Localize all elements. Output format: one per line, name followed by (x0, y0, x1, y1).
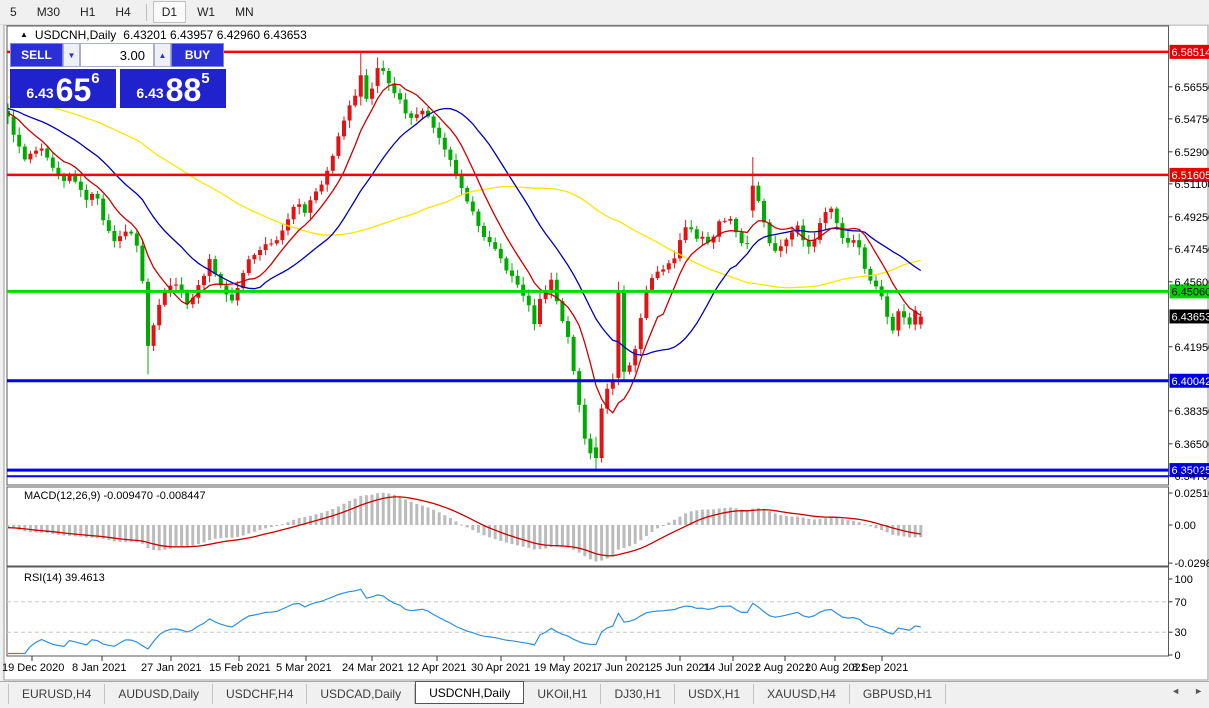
spinner-up-icon: ▲ (158, 50, 167, 60)
chart-tab-usdcnh-daily[interactable]: USDCNH,Daily (415, 681, 525, 704)
collapse-triangle-icon[interactable]: ▲ (20, 31, 28, 39)
svg-text:6.34700: 6.34700 (1175, 471, 1209, 483)
svg-text:6.47450: 6.47450 (1175, 244, 1209, 256)
buy-price-box[interactable]: 6.43 88 5 (120, 69, 226, 108)
toolbar-separator (145, 3, 147, 21)
chart-tab-usdchf-h4[interactable]: USDCHF,H4 (213, 683, 308, 704)
trading-platform-window: 6.58514 6.51605 6.45060 6.40042 6.35025 6.565… (0, 0, 1209, 708)
svg-text:7 Jun 2021: 7 Jun 2021 (596, 662, 650, 674)
svg-text:6.56550: 6.56550 (1175, 82, 1209, 94)
svg-text:0.025108: 0.025108 (1175, 488, 1209, 500)
svg-text:2 Aug 2021: 2 Aug 2021 (755, 662, 811, 674)
chart-symbol-label: USDCNH,Daily (34, 28, 117, 42)
svg-text:6.45600: 6.45600 (1175, 277, 1209, 289)
svg-text:6.54750: 6.54750 (1175, 114, 1209, 126)
svg-text:0.00: 0.00 (1175, 520, 1196, 532)
timeframe-toolbar: 5 M30 H1 H4 D1 W1 MN (0, 0, 1209, 25)
svg-text:6.41950: 6.41950 (1175, 342, 1209, 354)
buy-price-prefix: 6.43 (136, 85, 164, 101)
svg-text:100: 100 (1175, 574, 1193, 586)
timeframe-button-w1[interactable]: W1 (188, 1, 224, 23)
spinner-down-icon: ▼ (67, 50, 76, 60)
sell-price-sup: 6 (91, 70, 100, 87)
buy-button[interactable]: BUY (171, 43, 224, 67)
timeframe-button-5[interactable]: 5 (1, 1, 26, 23)
svg-text:27 Jan 2021: 27 Jan 2021 (141, 662, 202, 674)
svg-text:6.38350: 6.38350 (1175, 406, 1209, 418)
sell-price-box[interactable]: 6.43 65 6 (10, 69, 116, 108)
tab-scroll-right-icon[interactable]: ► (1194, 686, 1203, 696)
svg-text:0: 0 (1175, 650, 1181, 662)
chart-title: ▲ USDCNH,Daily 6.43201 6.43957 6.42960 6… (20, 28, 307, 42)
volume-increase-button[interactable]: ▲ (154, 43, 171, 67)
timeframe-button-m30[interactable]: M30 (28, 1, 69, 23)
one-click-trade-panel: SELL ▼ ▲ BUY 6.43 65 6 6.43 88 5 (10, 43, 226, 108)
sell-price-prefix: 6.43 (26, 85, 54, 101)
chart-tab-audusd-daily[interactable]: AUDUSD,Daily (105, 683, 214, 704)
tab-scroll-controls: ◄ ► (1171, 686, 1203, 696)
svg-text:6.43653: 6.43653 (1172, 311, 1209, 323)
buy-price-sup: 5 (201, 70, 210, 87)
svg-text:6.52900: 6.52900 (1175, 147, 1209, 159)
timeframe-button-h1[interactable]: H1 (71, 1, 104, 23)
svg-text:30: 30 (1175, 627, 1187, 639)
macd-indicator-label: MACD(12,26,9) -0.009470 -0.008447 (24, 490, 206, 502)
svg-text:6.36500: 6.36500 (1175, 439, 1209, 451)
rsi-indicator-label: RSI(14) 39.4613 (24, 572, 105, 584)
chart-tab-usdx-h1[interactable]: USDX,H1 (675, 683, 755, 704)
timeframe-button-mn[interactable]: MN (226, 1, 263, 23)
timeframe-button-h4[interactable]: H4 (106, 1, 139, 23)
chart-ohlc-values: 6.43201 6.43957 6.42960 6.43653 (123, 28, 307, 42)
svg-text:25 Jun 2021: 25 Jun 2021 (650, 662, 711, 674)
svg-text:8 Jan 2021: 8 Jan 2021 (72, 662, 126, 674)
svg-text:19 May 2021: 19 May 2021 (534, 662, 598, 674)
timeframe-button-d1[interactable]: D1 (152, 1, 187, 23)
svg-text:-0.029883: -0.029883 (1175, 558, 1209, 570)
chart-tab-eurusd-h4[interactable]: EURUSD,H4 (8, 683, 106, 704)
svg-text:6.58514: 6.58514 (1172, 47, 1209, 59)
chart-tab-gbpusd-h1[interactable]: GBPUSD,H1 (850, 683, 947, 704)
svg-text:8 Sep 2021: 8 Sep 2021 (852, 662, 908, 674)
volume-input[interactable] (80, 43, 154, 67)
chart-tab-dj30-h1[interactable]: DJ30,H1 (601, 683, 676, 704)
sell-button[interactable]: SELL (10, 43, 63, 67)
tab-scroll-left-icon[interactable]: ◄ (1171, 686, 1180, 696)
svg-text:6.40042: 6.40042 (1172, 376, 1209, 388)
svg-text:5 Mar 2021: 5 Mar 2021 (276, 662, 332, 674)
chart-tab-xauusd-h4[interactable]: XAUUSD,H4 (754, 683, 850, 704)
sell-price-big: 65 (55, 71, 92, 108)
chart-tab-bar: EURUSD,H4 AUDUSD,Daily USDCHF,H4 USDCAD,Dai… (0, 681, 1209, 705)
chart-tab-ukoil-h1[interactable]: UKOil,H1 (524, 683, 602, 704)
volume-decrease-button[interactable]: ▼ (63, 43, 80, 67)
svg-text:12 Apr 2021: 12 Apr 2021 (407, 662, 466, 674)
svg-text:6.49250: 6.49250 (1175, 212, 1209, 224)
buy-price-big: 88 (165, 71, 202, 108)
svg-text:14 Jul 2021: 14 Jul 2021 (703, 662, 760, 674)
svg-text:30 Apr 2021: 30 Apr 2021 (471, 662, 530, 674)
svg-text:19 Dec 2020: 19 Dec 2020 (2, 662, 64, 674)
svg-text:70: 70 (1175, 597, 1187, 609)
svg-text:15 Feb 2021: 15 Feb 2021 (209, 662, 271, 674)
svg-text:24 Mar 2021: 24 Mar 2021 (342, 662, 404, 674)
chart-tab-usdcad-daily[interactable]: USDCAD,Daily (307, 683, 416, 704)
svg-text:6.51100: 6.51100 (1175, 179, 1209, 191)
